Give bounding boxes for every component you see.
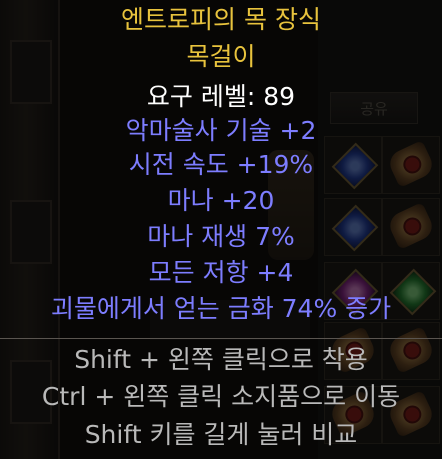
item-requirement: 요구 레벨: 89: [146, 82, 296, 111]
tooltip-divider: [0, 338, 442, 339]
item-property: 마나 재생 7%: [147, 222, 295, 251]
item-type: 목걸이: [186, 42, 256, 71]
item-name: 엔트로피의 목 장식: [121, 5, 321, 34]
item-property: 시전 속도 +19%: [128, 150, 314, 179]
item-property: 괴물에게서 얻는 금화 74% 증가: [50, 294, 392, 323]
item-property: 악마술사 기술 +2: [125, 116, 317, 145]
item-property: 모든 저항 +4: [148, 258, 294, 287]
hint-equip: Shift + 왼쪽 클릭으로 착용: [74, 345, 368, 374]
hint-compare: Shift 키를 길게 눌러 비교: [84, 420, 358, 449]
hint-move: Ctrl + 왼쪽 클릭 소지품으로 이동: [41, 382, 401, 411]
item-property: 마나 +20: [167, 186, 275, 215]
item-tooltip: 엔트로피의 목 장식 목걸이 요구 레벨: 89 악마술사 기술 +2 시전 속…: [0, 0, 442, 459]
